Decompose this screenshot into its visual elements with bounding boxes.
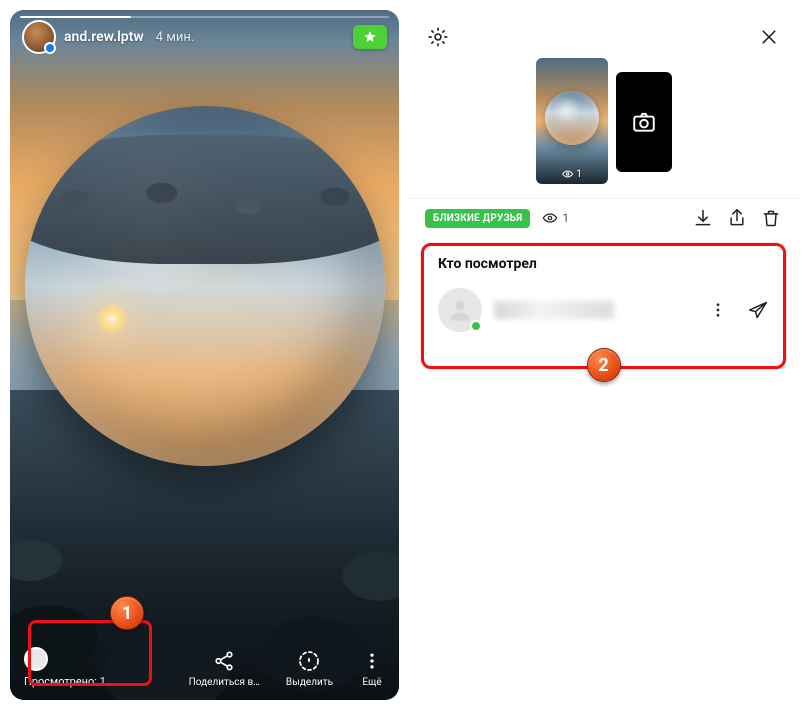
story-viewer-panel: and.rew.lptw 4 мин. Просмотрено: 1 Подел… [10, 10, 399, 700]
story-image [10, 10, 399, 700]
viewer-more-button[interactable] [707, 299, 729, 321]
share-button[interactable]: Поделиться в… [189, 648, 260, 688]
more-icon [359, 648, 385, 674]
share-label: Поделиться в… [189, 677, 260, 688]
download-button[interactable] [692, 207, 714, 229]
more-button[interactable]: Ещё [359, 648, 385, 688]
author-avatar[interactable] [22, 20, 56, 54]
gear-icon [427, 26, 449, 48]
online-dot-icon [470, 320, 482, 332]
share-up-icon [727, 208, 747, 228]
view-count-label: Просмотрено: 1 [24, 675, 106, 688]
delete-button[interactable] [760, 207, 782, 229]
close-icon [759, 27, 779, 47]
more-vertical-icon [709, 301, 727, 319]
eye-icon [542, 210, 558, 226]
close-button[interactable] [756, 24, 782, 50]
toolbar-view-count: 1 [542, 210, 569, 226]
highlight-button[interactable]: Выделить [286, 648, 333, 688]
camera-icon [631, 109, 657, 135]
viewer-avatars-stack [24, 647, 48, 671]
highlight-icon [296, 648, 322, 674]
viewer-send-button[interactable] [747, 299, 769, 321]
viewer-avatar[interactable] [438, 288, 482, 332]
settings-button[interactable] [425, 24, 451, 50]
close-friends-star-icon[interactable] [353, 25, 387, 49]
eye-icon [561, 168, 573, 180]
annotation-badge-1: 1 [110, 596, 144, 630]
verified-badge-icon [44, 42, 56, 54]
close-friends-badge[interactable]: БЛИЗКИЕ ДРУЗЬЯ [425, 209, 530, 228]
viewers-panel: 1 БЛИЗКИЕ ДРУЗЬЯ 1 К [409, 10, 798, 700]
download-icon [693, 208, 713, 228]
share-icon [211, 648, 237, 674]
author-username[interactable]: and.rew.lptw [64, 29, 144, 45]
viewers-toolbar: БЛИЗКИЕ ДРУЗЬЯ 1 [409, 198, 798, 237]
share-external-button[interactable] [726, 207, 748, 229]
person-icon [446, 296, 474, 324]
more-label: Ещё [362, 677, 381, 688]
send-icon [748, 300, 768, 320]
viewer-username-hidden [494, 301, 614, 319]
annotation-badge-2: 2 [587, 348, 621, 382]
story-timestamp: 4 мин. [156, 30, 195, 45]
highlight-label: Выделить [286, 677, 333, 688]
thumbnail-view-count: 1 [561, 168, 582, 180]
story-thumbnails-row: 1 [409, 54, 798, 198]
add-story-thumbnail[interactable] [616, 72, 672, 172]
viewers-title: Кто посмотрел [438, 256, 769, 272]
viewers-list-section: Кто посмотрел 2 [421, 243, 786, 369]
story-thumbnail-current[interactable]: 1 [536, 58, 608, 184]
trash-icon [761, 208, 781, 228]
viewer-row[interactable] [432, 282, 775, 338]
viewers-button[interactable]: Просмотрено: 1 [24, 647, 106, 688]
